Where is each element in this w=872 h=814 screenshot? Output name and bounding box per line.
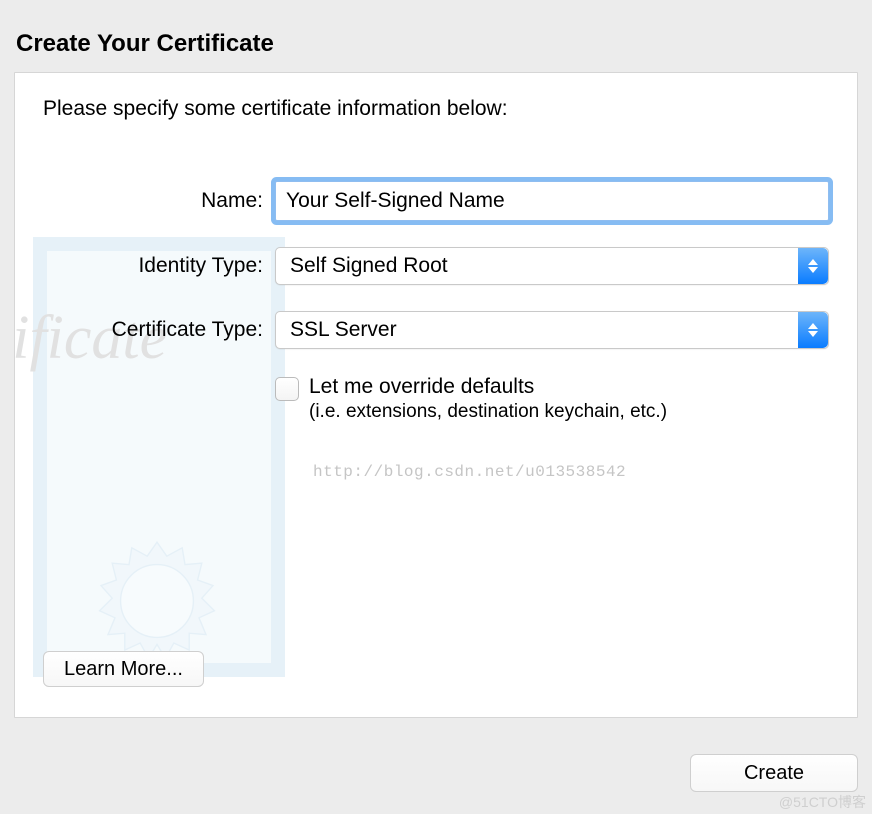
watermark-text: http://blog.csdn.net/u013538542 <box>313 463 626 481</box>
dialog-footer: Create <box>690 754 858 792</box>
name-input[interactable] <box>275 181 829 221</box>
name-label: Name: <box>43 189 275 213</box>
override-row: Let me override defaults (i.e. extension… <box>275 375 829 423</box>
instruction-text: Please specify some certificate informat… <box>43 97 829 121</box>
certificate-type-select[interactable]: SSL Server <box>275 311 829 349</box>
identity-type-select[interactable]: Self Signed Root <box>275 247 829 285</box>
override-checkbox[interactable] <box>275 377 299 401</box>
identity-type-value: Self Signed Root <box>290 254 448 278</box>
updown-icon <box>798 248 828 284</box>
page-title: Create Your Certificate <box>0 0 872 72</box>
identity-type-row: Identity Type: Self Signed Root <box>43 247 829 285</box>
updown-icon <box>798 312 828 348</box>
override-sublabel: (i.e. extensions, destination keychain, … <box>309 401 667 423</box>
override-label: Let me override defaults <box>309 375 667 399</box>
certificate-type-row: Certificate Type: SSL Server <box>43 311 829 349</box>
certificate-panel: tificate Please specify some certificate… <box>14 72 858 718</box>
corner-watermark: @51CTO博客 <box>779 792 866 812</box>
certificate-type-value: SSL Server <box>290 318 397 342</box>
certificate-form: Name: Identity Type: Self Signed Root Ce… <box>43 181 829 423</box>
learn-more-button[interactable]: Learn More... <box>43 651 204 687</box>
identity-type-label: Identity Type: <box>43 254 275 278</box>
certificate-type-label: Certificate Type: <box>43 318 275 342</box>
create-button[interactable]: Create <box>690 754 858 792</box>
name-row: Name: <box>43 181 829 221</box>
